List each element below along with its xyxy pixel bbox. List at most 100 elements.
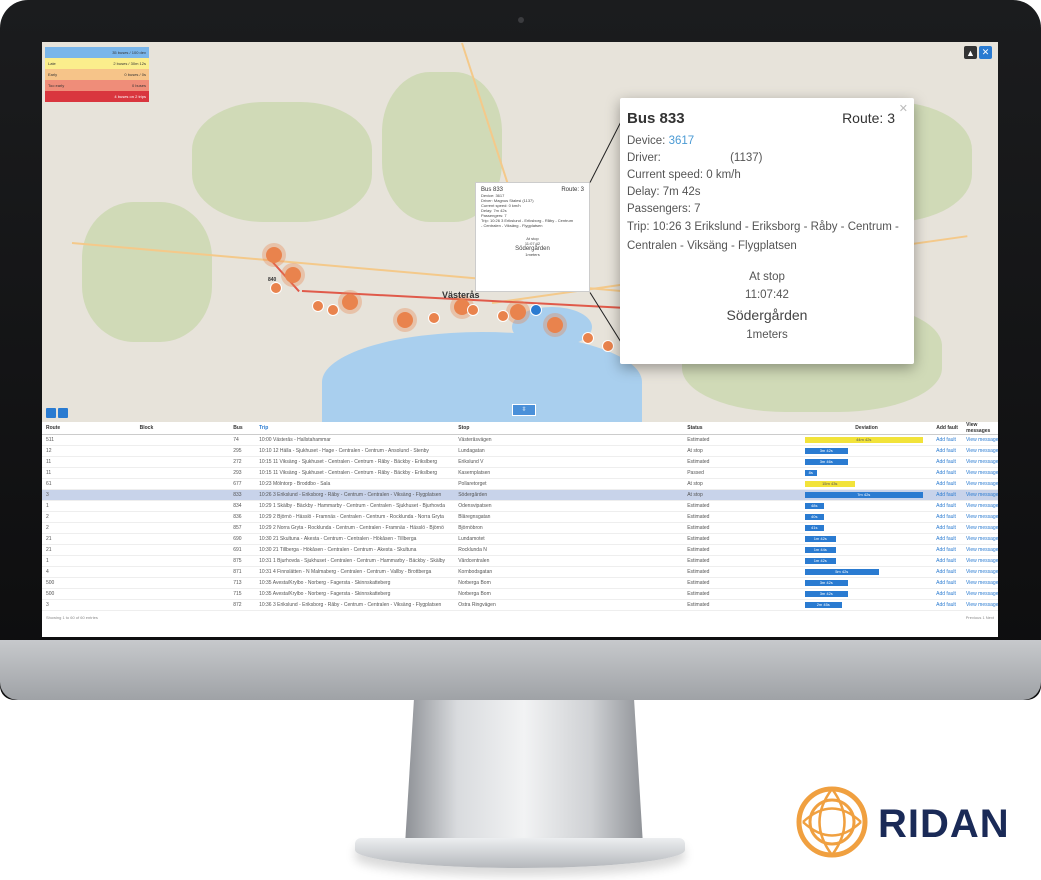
cell-bus: 833 [233, 492, 242, 498]
list-view-button[interactable] [58, 408, 68, 418]
table-row[interactable]: 3 833 10:26 3 Erikslund - Eriksborg - Råby… [42, 490, 998, 501]
deviation-bar: 3m 46s [804, 459, 848, 465]
selected-bus-marker[interactable] [530, 304, 542, 316]
table-row[interactable]: 2 857 10:29 2 Norra Gryta - Rocklunda - Ce… [42, 523, 998, 534]
drag-handle[interactable]: ⇳ [512, 404, 536, 416]
table-row[interactable]: 500 713 10:35 Avesta/Krylbo - Norberg - Fa… [42, 578, 998, 589]
legend-row[interactable]: 35 buses / 100 dev [45, 47, 149, 58]
bus-cluster[interactable] [397, 312, 413, 328]
brand-name: RIDAN [878, 802, 1010, 846]
col-route[interactable]: Route [42, 425, 140, 431]
add-fault-link[interactable]: Add fault [936, 569, 966, 575]
cell-route: 3 [46, 492, 49, 498]
add-fault-link[interactable]: Add fault [936, 481, 966, 487]
map-view-button[interactable] [46, 408, 56, 418]
bus-marker[interactable] [582, 332, 594, 344]
view-messages-link[interactable]: View messages [966, 536, 998, 542]
legend-row[interactable]: 4 buses on 2 trips [45, 91, 149, 102]
view-messages-link[interactable]: View messages [966, 591, 998, 597]
ridan-logo-icon [796, 786, 868, 858]
col-block[interactable]: Block [140, 425, 234, 431]
table-row[interactable]: 21 691 10:30 21 Tillberga - Hökåsen - Cent… [42, 545, 998, 556]
add-fault-link[interactable]: Add fault [936, 525, 966, 531]
view-messages-link[interactable]: View messages [966, 448, 998, 454]
legend-row[interactable]: Too early 0 buses [45, 80, 149, 91]
view-messages-link[interactable]: View messages [966, 580, 998, 586]
add-fault-link[interactable]: Add fault [936, 459, 966, 465]
deviation-bar: 48s [804, 503, 824, 509]
view-messages-link[interactable]: View messages [966, 547, 998, 553]
table-row[interactable]: 3 872 10:36 3 Erikslund - Eriksborg - Råby… [42, 600, 998, 611]
add-fault-link[interactable]: Add fault [936, 503, 966, 509]
col-bus[interactable]: Bus [233, 425, 259, 431]
add-fault-link[interactable]: Add fault [936, 580, 966, 586]
bus-cluster[interactable] [285, 267, 301, 283]
table-row[interactable]: 11 293 10:15 11 Viksäng - Sjukhuset - Cent… [42, 468, 998, 479]
bus-cluster[interactable] [547, 317, 563, 333]
view-messages-link[interactable]: View messages [966, 503, 998, 509]
table-row[interactable]: 2 836 10:29 2 Björnö - Hässlö - Framnäs - … [42, 512, 998, 523]
table-row[interactable]: 12 295 10:10 12 Hälla - Sjukhuset - Hage -… [42, 446, 998, 457]
view-messages-link[interactable]: View messages [966, 470, 998, 476]
add-fault-link[interactable]: Add fault [936, 448, 966, 454]
table-row[interactable]: 11 272 10:15 11 Viksäng - Sjukhuset - Cent… [42, 457, 998, 468]
bus-marker[interactable] [497, 310, 509, 322]
bus-cluster[interactable] [510, 304, 526, 320]
bus-cluster[interactable] [342, 294, 358, 310]
device-link[interactable]: 3617 [669, 135, 695, 147]
table-info: Showing 1 to 60 of 60 entries [46, 614, 98, 620]
view-messages-link[interactable]: View messages [966, 492, 998, 498]
add-fault-link[interactable]: Add fault [936, 547, 966, 553]
add-fault-link[interactable]: Add fault [936, 591, 966, 597]
view-messages-link[interactable]: View messages [966, 569, 998, 575]
add-fault-link[interactable]: Add fault [936, 558, 966, 564]
bus-marker[interactable] [327, 304, 339, 316]
pagination[interactable]: Previous 1 Next [966, 615, 994, 620]
cell-deviation: 2m 45s [797, 600, 936, 610]
view-messages-link[interactable]: View messages [966, 437, 998, 443]
col-trip[interactable]: Trip [259, 425, 458, 431]
add-fault-link[interactable]: Add fault [936, 536, 966, 542]
table-row[interactable]: 511 74 10:00 Västerås - Hallstahammar Väste… [42, 435, 998, 446]
deviation-bar: 8s [804, 470, 817, 476]
view-messages-link[interactable]: View messages [966, 459, 998, 465]
table-row[interactable]: 500 715 10:35 Avesta/Krylbo - Norberg - Fa… [42, 589, 998, 600]
view-messages-link[interactable]: View messages [966, 525, 998, 531]
close-icon[interactable]: ✕ [979, 46, 992, 59]
deviation-bar: 1m 42s [804, 536, 836, 542]
legend-row[interactable]: Early 0 buses / 0s [45, 69, 149, 80]
cell-route: 511 [46, 437, 54, 443]
view-messages-link[interactable]: View messages [966, 481, 998, 487]
add-fault-link[interactable]: Add fault [936, 602, 966, 608]
close-icon[interactable]: ✕ [899, 102, 908, 115]
add-fault-link[interactable]: Add fault [936, 470, 966, 476]
bus-marker[interactable] [312, 300, 324, 312]
add-fault-link[interactable]: Add fault [936, 437, 966, 443]
view-toggle [46, 408, 68, 418]
table-row[interactable]: 4 871 10:31 4 Finnslätten - N Malmaberg - … [42, 567, 998, 578]
col-view-messages: View messages [966, 422, 991, 434]
bus-cluster[interactable] [266, 247, 282, 263]
col-deviation[interactable]: Deviation [797, 422, 936, 434]
table-row[interactable]: 21 690 10:30 21 Skultuna - Åkesta - Centru… [42, 534, 998, 545]
view-messages-link[interactable]: View messages [966, 514, 998, 520]
person-icon[interactable]: ▲ [964, 46, 977, 59]
add-fault-link[interactable]: Add fault [936, 514, 966, 520]
view-messages-link[interactable]: View messages [966, 602, 998, 608]
cell-bus: 677 [233, 481, 242, 487]
add-fault-link[interactable]: Add fault [936, 492, 966, 498]
cell-route: 1 [46, 558, 49, 564]
table-row[interactable]: 61 677 10:23 Mölntorp - Broddbo - Sala Poll… [42, 479, 998, 490]
cell-status: Estimated [687, 547, 710, 553]
view-messages-link[interactable]: View messages [966, 558, 998, 564]
legend-row[interactable]: Late 2 buses / 30m 12s [45, 58, 149, 69]
bus-marker[interactable] [467, 304, 479, 316]
bus-marker[interactable] [270, 282, 282, 294]
bus-marker[interactable] [428, 312, 440, 324]
bus-marker[interactable] [602, 340, 614, 352]
table-row[interactable]: 1 834 10:29 1 Skälby - Bäckby - Hammarby -… [42, 501, 998, 512]
cell-deviation: 1m 44s [797, 545, 936, 555]
col-status[interactable]: Status [687, 425, 797, 431]
table-row[interactable]: 1 875 10:31 1 Bjurhovda - Sjukhuset - Cent… [42, 556, 998, 567]
col-stop[interactable]: Stop [458, 425, 687, 431]
